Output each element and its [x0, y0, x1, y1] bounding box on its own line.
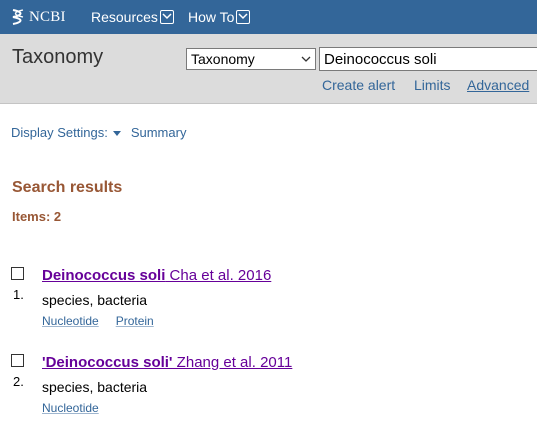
- summary-format-label: Summary: [130, 125, 187, 140]
- result-description: species, bacteria: [42, 292, 148, 308]
- nucleotide-link[interactable]: Nucleotide: [42, 314, 99, 328]
- search-results-heading: Search results: [12, 179, 123, 196]
- result-description: species, bacteria: [42, 379, 148, 395]
- items-count: Items: 2: [12, 209, 62, 224]
- resources-menu[interactable]: Resources: [91, 9, 174, 25]
- result-title-name: 'Deinococcus soli': [42, 354, 173, 371]
- advanced-link[interactable]: Advanced: [467, 77, 529, 93]
- resources-menu-label: Resources: [91, 9, 158, 25]
- ncbi-helix-icon: [12, 9, 24, 25]
- ncbi-header: NCBI Resources How To: [0, 0, 537, 34]
- result-title-authority: Cha et al. 2016: [165, 267, 272, 284]
- limits-link[interactable]: Limits: [414, 77, 451, 93]
- ncbi-logo-text: NCBI: [29, 8, 66, 25]
- result-checkbox[interactable]: [11, 354, 24, 367]
- database-select[interactable]: Taxonomy: [186, 48, 316, 70]
- triangle-down-icon[interactable]: [112, 131, 121, 136]
- result-title-link[interactable]: Deinococcus soli Cha et al. 2016: [42, 267, 271, 284]
- result-number: 2.: [13, 374, 24, 389]
- protein-link[interactable]: Protein: [116, 314, 154, 328]
- display-settings: Display Settings: Summary: [11, 125, 186, 140]
- nucleotide-link[interactable]: Nucleotide: [42, 401, 99, 415]
- howto-menu-label: How To: [188, 9, 235, 25]
- result-title-link[interactable]: 'Deinococcus soli' Zhang et al. 2011: [42, 354, 292, 371]
- ncbi-logo[interactable]: NCBI: [10, 8, 66, 26]
- result-links: Nucleotide: [42, 401, 116, 415]
- chevron-down-icon: [236, 10, 251, 24]
- display-settings-link[interactable]: Display Settings:: [11, 125, 108, 140]
- create-alert-link[interactable]: Create alert: [322, 77, 395, 93]
- result-links: Nucleotide Protein: [42, 314, 171, 328]
- search-bar: Taxonomy Taxonomy Deinococcus soli Creat…: [0, 34, 537, 104]
- result-checkbox[interactable]: [11, 267, 24, 280]
- database-select-value: Taxonomy: [191, 51, 255, 67]
- chevron-down-icon: [301, 56, 311, 62]
- database-title: Taxonomy: [12, 46, 104, 68]
- search-input[interactable]: Deinococcus soli: [319, 47, 537, 71]
- result-title-name: Deinococcus soli: [42, 267, 166, 284]
- result-number: 1.: [13, 287, 24, 302]
- howto-menu[interactable]: How To: [188, 9, 251, 25]
- chevron-down-icon: [159, 10, 174, 24]
- result-title-authority: Zhang et al. 2011: [172, 354, 293, 371]
